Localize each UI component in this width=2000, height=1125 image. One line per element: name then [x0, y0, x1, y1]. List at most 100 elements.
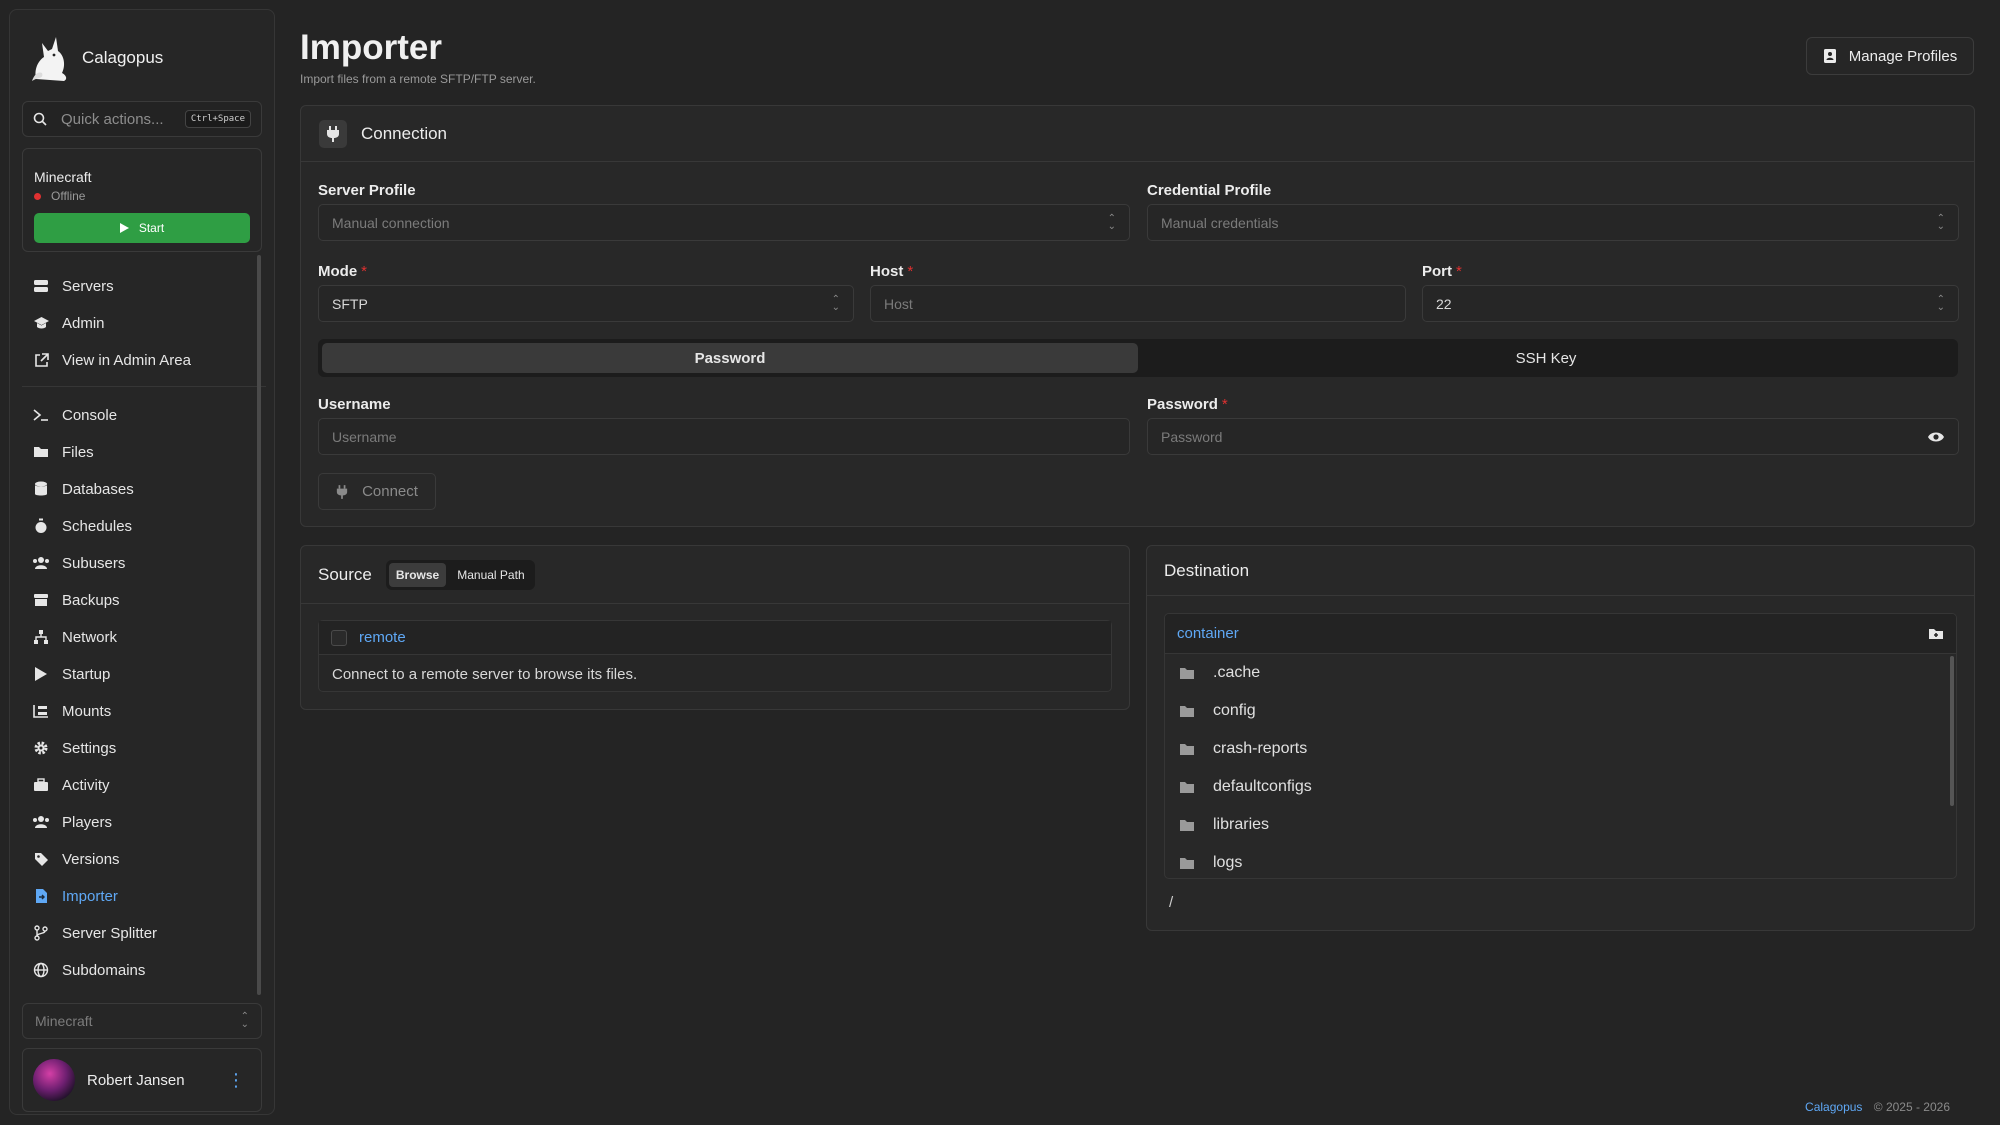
start-button[interactable]: Start	[34, 213, 250, 243]
admin-icon	[32, 314, 50, 332]
mode-label-text: Mode	[318, 263, 358, 280]
connect-button[interactable]: Connect	[318, 473, 436, 510]
select-all-checkbox[interactable]	[331, 629, 347, 646]
destination-root-link[interactable]: container	[1177, 625, 1239, 642]
manage-profiles-button[interactable]: Manage Profiles	[1806, 37, 1974, 75]
folder-row[interactable]: .cache	[1165, 654, 1956, 692]
sidebar-item-label: Startup	[62, 665, 111, 683]
tag-icon	[32, 850, 50, 868]
sidebar-item-startup[interactable]: Startup	[22, 658, 254, 690]
sidebar-item-label: Importer	[62, 887, 118, 905]
stepper-arrows-icon[interactable]: ⌃ ⌄	[1937, 294, 1945, 312]
sidebar: Calagopus Quick actions... Ctrl+Space Mi…	[9, 9, 275, 1115]
footer-brand-link[interactable]: Calagopus	[1805, 1100, 1862, 1114]
required-asterisk: *	[907, 263, 914, 280]
server-profile-select[interactable]: Manual connection ⌃ ⌄	[318, 204, 1130, 241]
search-placeholder: Quick actions...	[61, 110, 164, 128]
eye-icon[interactable]	[1927, 431, 1945, 443]
network-icon	[32, 628, 50, 646]
brand[interactable]: Calagopus	[28, 33, 163, 83]
stopwatch-icon	[32, 517, 50, 535]
port-label-text: Port	[1422, 263, 1452, 280]
folder-icon	[32, 443, 50, 461]
sidebar-item-players[interactable]: Players	[22, 806, 254, 838]
folder-name: config	[1213, 702, 1256, 719]
sidebar-item-subdomains[interactable]: Subdomains	[22, 954, 254, 986]
source-panel: Source Browse Manual Path remote Connect…	[300, 545, 1130, 710]
sidebar-scrollbar[interactable]	[257, 255, 261, 995]
new-folder-icon[interactable]	[1928, 627, 1944, 641]
username-label: Username	[318, 396, 391, 413]
sidebar-item-label: Backups	[62, 591, 120, 609]
password-label-text: Password	[1147, 396, 1218, 413]
credential-profile-select[interactable]: Manual credentials ⌃ ⌄	[1147, 204, 1959, 241]
kebab-menu-icon[interactable]: ⋮	[221, 1070, 251, 1091]
sidebar-item-network[interactable]: Network	[22, 621, 254, 653]
source-root-link[interactable]: remote	[359, 629, 406, 646]
folder-row[interactable]: defaultconfigs	[1165, 768, 1956, 806]
destination-scrollbar[interactable]	[1950, 656, 1954, 806]
connection-header: Connection	[301, 106, 1974, 162]
credential-profile-label: Credential Profile	[1147, 182, 1272, 199]
sidebar-item-server-splitter[interactable]: Server Splitter	[22, 917, 254, 949]
file-import-icon	[32, 887, 50, 905]
sidebar-item-schedules[interactable]: Schedules	[22, 510, 254, 542]
sidebar-item-label: Console	[62, 406, 118, 424]
folder-icon	[1180, 743, 1194, 755]
port-stepper[interactable]: 22 ⌃ ⌄	[1422, 285, 1959, 322]
sidebar-item-servers[interactable]: Servers	[22, 270, 254, 302]
tab-password[interactable]: Password	[322, 343, 1138, 373]
sidebar-item-label: Players	[62, 813, 113, 831]
sidebar-item-importer[interactable]: Importer	[22, 880, 254, 912]
server-status-card: Minecraft Offline Start	[22, 148, 262, 252]
sidebar-item-view-in-admin-area[interactable]: View in Admin Area	[22, 344, 254, 376]
chevron-updown-icon: ⌃ ⌄	[1936, 212, 1945, 232]
destination-root-row: container	[1165, 614, 1956, 654]
password-input[interactable]: Password	[1147, 418, 1959, 455]
folder-row[interactable]: config	[1165, 692, 1956, 730]
mode-select[interactable]: SFTP ⌃ ⌄	[318, 285, 854, 322]
sidebar-item-databases[interactable]: Databases	[22, 473, 254, 505]
sidebar-item-settings[interactable]: Settings	[22, 732, 254, 764]
page-subtitle: Import files from a remote SFTP/FTP serv…	[300, 72, 536, 86]
folder-row[interactable]: logs	[1165, 844, 1956, 878]
sidebar-item-versions[interactable]: Versions	[22, 843, 254, 875]
sidebar-item-subusers[interactable]: Subusers	[22, 547, 254, 579]
host-label: Host *	[870, 263, 913, 280]
server-status: Offline	[34, 189, 85, 203]
folder-row[interactable]: libraries	[1165, 806, 1956, 844]
folder-row[interactable]: crash-reports	[1165, 730, 1956, 768]
sidebar-item-admin[interactable]: Admin	[22, 307, 254, 339]
tab-ssh-key[interactable]: SSH Key	[1138, 343, 1954, 373]
source-browser: remote Connect to a remote server to bro…	[318, 620, 1112, 692]
sidebar-item-backups[interactable]: Backups	[22, 584, 254, 616]
port-label: Port *	[1422, 263, 1462, 280]
play-icon	[32, 665, 50, 683]
username-input[interactable]: Username	[318, 418, 1130, 455]
tab-browse[interactable]: Browse	[388, 562, 447, 587]
folder-name: .cache	[1213, 664, 1261, 681]
connection-panel: Connection Server Profile Manual connect…	[300, 105, 1975, 527]
user-card[interactable]: Robert Jansen ⋮	[22, 1048, 262, 1112]
sidebar-item-label: Servers	[62, 277, 114, 295]
host-input[interactable]: Host	[870, 285, 1406, 322]
required-asterisk: *	[1221, 396, 1228, 413]
archive-icon	[32, 591, 50, 609]
quick-actions-search[interactable]: Quick actions... Ctrl+Space	[22, 101, 262, 137]
sidebar-item-label: Activity	[62, 776, 110, 794]
source-header: Source Browse Manual Path	[301, 546, 1129, 604]
server-select[interactable]: Minecraft ⌃ ⌄	[22, 1003, 262, 1039]
sidebar-item-mounts[interactable]: Mounts	[22, 695, 254, 727]
connection-title: Connection	[361, 123, 448, 143]
players-icon	[32, 813, 50, 831]
sidebar-item-console[interactable]: Console	[22, 399, 254, 431]
footer-copyright: © 2025 - 2026	[1873, 1100, 1950, 1114]
server-profile-label: Server Profile	[318, 182, 416, 199]
destination-path: /	[1169, 894, 1174, 911]
folder-icon	[1180, 819, 1194, 831]
tab-manual-path[interactable]: Manual Path	[450, 563, 531, 587]
sidebar-item-files[interactable]: Files	[22, 436, 254, 468]
sidebar-item-activity[interactable]: Activity	[22, 769, 254, 801]
manage-profiles-label: Manage Profiles	[1848, 47, 1958, 65]
briefcase-icon	[32, 776, 50, 794]
